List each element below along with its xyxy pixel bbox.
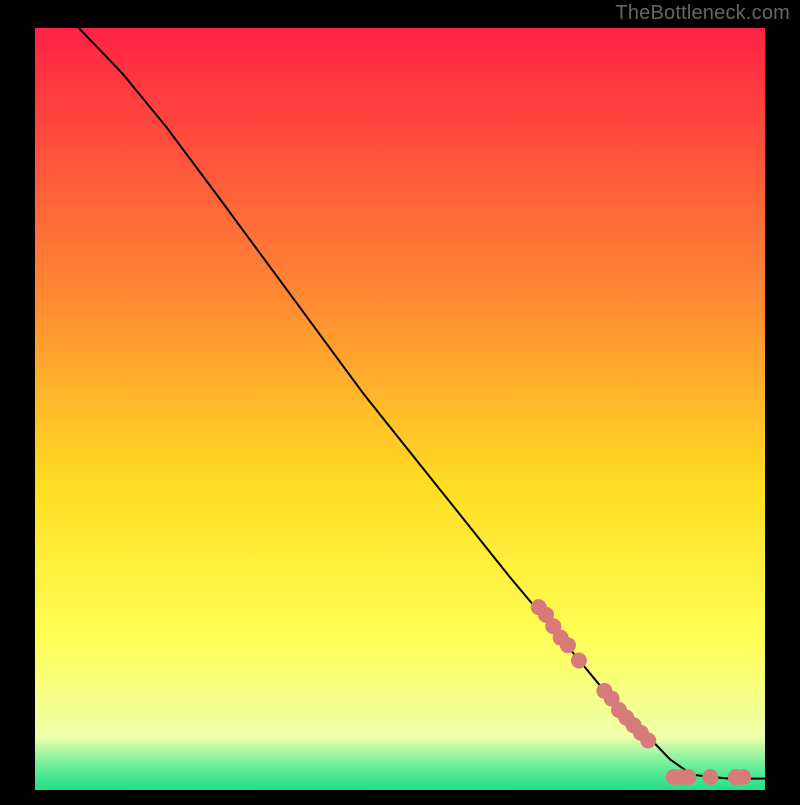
chart-marker <box>702 769 718 785</box>
chart-marker <box>640 733 656 749</box>
watermark-text: TheBottleneck.com <box>615 2 790 25</box>
chart-marker <box>560 637 576 653</box>
chart-marker <box>571 653 587 669</box>
chart-gradient-background <box>35 28 765 790</box>
chart-marker <box>680 769 696 785</box>
chart-marker <box>735 769 751 785</box>
bottleneck-chart <box>0 0 800 800</box>
